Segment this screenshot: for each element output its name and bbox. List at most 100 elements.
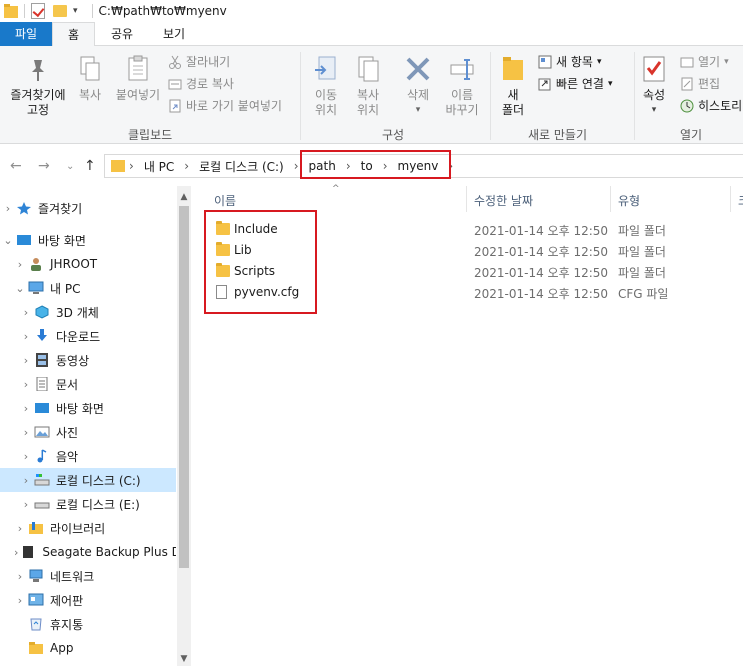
breadcrumb-myenv[interactable]: myenv: [392, 159, 445, 173]
file-type: CFG 파일: [618, 287, 669, 301]
ribbon-tabs: 파일 홈 공유 보기: [0, 22, 743, 47]
back-arrow-icon[interactable]: ←: [10, 158, 22, 174]
copy-to-button[interactable]: 복사 위치: [348, 54, 388, 118]
breadcrumb-separator-icon[interactable]: ›: [342, 159, 355, 173]
tab-share[interactable]: 공유: [97, 22, 147, 46]
cut-button[interactable]: 잘라내기: [168, 54, 230, 70]
move-to-button[interactable]: 이동 위치: [306, 54, 346, 118]
scissors-icon: [168, 55, 182, 69]
column-header-size[interactable]: 크: [738, 192, 743, 209]
nav-item-control-panel[interactable]: › 제어판: [0, 588, 176, 612]
paste-shortcut-button[interactable]: 바로 가기 붙여넣기: [168, 98, 282, 114]
expand-arrow-icon[interactable]: ›: [14, 570, 26, 583]
breadcrumb-separator-icon[interactable]: ›: [180, 159, 193, 173]
file-row-scripts[interactable]: Scripts 2021-01-14 오후 12:50 파일 폴더: [212, 261, 743, 282]
nav-item-local-disk-e[interactable]: › 로컬 디스크 (E:): [0, 492, 176, 516]
nav-label: 휴지통: [50, 617, 84, 632]
new-item-button[interactable]: 새 항목 ▾: [538, 54, 601, 70]
expand-arrow-icon[interactable]: ›: [2, 202, 14, 215]
expand-arrow-icon[interactable]: ›: [20, 474, 32, 487]
file-row-include[interactable]: Include 2021-01-14 오후 12:50 파일 폴더: [212, 219, 743, 240]
expand-arrow-icon[interactable]: ›: [14, 258, 26, 271]
expand-arrow-icon[interactable]: ›: [20, 354, 32, 367]
nav-item-libraries[interactable]: › 라이브러리: [0, 516, 176, 540]
pin-icon: [25, 54, 51, 84]
nav-item-jhroot[interactable]: › JHROOT: [0, 252, 176, 276]
up-arrow-icon[interactable]: ↑: [84, 158, 96, 174]
nav-item-app[interactable]: App: [0, 636, 176, 660]
nav-label: Seagate Backup Plus D: [42, 545, 176, 559]
nav-item-my-pc[interactable]: ⌄ 내 PC: [0, 276, 176, 300]
expand-arrow-icon[interactable]: ›: [20, 306, 32, 319]
nav-item-quick-access[interactable]: › 즐겨찾기: [0, 196, 176, 220]
delete-button[interactable]: 삭제 ▾: [398, 54, 438, 118]
expand-arrow-icon[interactable]: ›: [14, 594, 26, 607]
nav-item-videos[interactable]: › 동영상: [0, 348, 176, 372]
new-folder-button[interactable]: 새 폴더: [496, 54, 530, 118]
tab-home[interactable]: 홈: [52, 22, 95, 47]
column-header-type[interactable]: 유형: [618, 192, 640, 209]
history-button[interactable]: 히스토리: [680, 98, 742, 114]
nav-item-pictures[interactable]: › 사진: [0, 420, 176, 444]
file-row-lib[interactable]: Lib 2021-01-14 오후 12:50 파일 폴더: [212, 240, 743, 261]
address-bar[interactable]: › 내 PC › 로컬 디스크 (C:) › path › to › myenv…: [104, 154, 743, 178]
column-header-name[interactable]: 이름: [214, 192, 236, 209]
breadcrumb-path[interactable]: path: [303, 159, 342, 173]
breadcrumb-separator-icon[interactable]: ›: [125, 159, 138, 173]
nav-label: 네트워크: [50, 569, 95, 584]
nav-item-desktop-root[interactable]: ⌄ 바탕 화면: [0, 228, 176, 252]
nav-item-seagate-backup[interactable]: › Seagate Backup Plus D: [0, 540, 176, 564]
paste-button[interactable]: 붙여넣기: [112, 54, 164, 103]
tab-file[interactable]: 파일: [0, 22, 52, 46]
new-folder-quick-access-icon[interactable]: [53, 5, 67, 17]
folder-icon: [216, 263, 230, 277]
expand-arrow-icon[interactable]: ›: [20, 426, 32, 439]
easy-access-button[interactable]: 빠른 연결 ▾: [538, 76, 613, 92]
tab-view[interactable]: 보기: [147, 22, 201, 46]
navigation-scrollbar-thumb[interactable]: [179, 206, 189, 568]
expand-arrow-icon[interactable]: ›: [20, 378, 32, 391]
expand-arrow-icon[interactable]: ›: [20, 330, 32, 343]
copy-path-button[interactable]: 경로 복사: [168, 76, 234, 92]
expand-arrow-icon[interactable]: ›: [20, 402, 32, 415]
nav-item-recycle-bin[interactable]: 휴지통: [0, 612, 176, 636]
scroll-up-arrow-icon[interactable]: ▲: [177, 190, 191, 204]
expand-arrow-icon[interactable]: ›: [14, 522, 26, 535]
open-button[interactable]: 열기 ▾: [680, 54, 729, 70]
breadcrumb-separator-icon[interactable]: ›: [290, 159, 303, 173]
quick-access-dropdown-icon[interactable]: ▾: [73, 6, 78, 16]
column-divider[interactable]: [610, 186, 611, 212]
breadcrumb-separator-icon[interactable]: ›: [379, 159, 392, 173]
copy-button[interactable]: 복사: [72, 54, 108, 103]
nav-item-documents[interactable]: › 문서: [0, 372, 176, 396]
column-divider[interactable]: [730, 186, 731, 212]
breadcrumb-my-pc[interactable]: 내 PC: [138, 158, 180, 175]
pin-to-quick-access-button[interactable]: 즐겨찾기에 고정: [6, 54, 70, 118]
nav-item-local-disk-c[interactable]: › 로컬 디스크 (C:): [0, 468, 176, 492]
collapse-arrow-icon[interactable]: ⌄: [2, 234, 14, 247]
column-divider[interactable]: [466, 186, 467, 212]
nav-item-3d-objects[interactable]: › 3D 개체: [0, 300, 176, 324]
expand-arrow-icon[interactable]: ›: [14, 546, 18, 559]
copy-to-icon: [355, 54, 381, 84]
collapse-arrow-icon[interactable]: ⌄: [14, 282, 26, 295]
new-folder-label-line2: 폴더: [501, 103, 525, 117]
recent-locations-chevron-icon[interactable]: ⌄: [66, 161, 74, 172]
nav-item-downloads[interactable]: › 다운로드: [0, 324, 176, 348]
nav-item-network[interactable]: › 네트워크: [0, 564, 176, 588]
properties-quick-access-icon[interactable]: [31, 3, 45, 19]
rename-button[interactable]: 이름 바꾸기: [440, 54, 484, 118]
scroll-down-arrow-icon[interactable]: ▼: [177, 652, 191, 666]
breadcrumb-local-disk-c[interactable]: 로컬 디스크 (C:): [193, 158, 290, 175]
nav-item-desktop[interactable]: › 바탕 화면: [0, 396, 176, 420]
column-header-date-modified[interactable]: 수정한 날짜: [474, 192, 533, 209]
expand-arrow-icon[interactable]: ›: [20, 450, 32, 463]
nav-item-music[interactable]: › 음악: [0, 444, 176, 468]
breadcrumb-to[interactable]: to: [355, 159, 379, 173]
file-row-pyvenv-cfg[interactable]: pyvenv.cfg 2021-01-14 오후 12:50 CFG 파일: [212, 282, 743, 303]
breadcrumb-separator-icon[interactable]: ›: [444, 159, 457, 173]
forward-arrow-icon[interactable]: →: [38, 158, 50, 174]
expand-arrow-icon[interactable]: ›: [20, 498, 32, 511]
edit-button[interactable]: 편집: [680, 76, 720, 92]
properties-button[interactable]: 속성 ▾: [638, 54, 670, 118]
